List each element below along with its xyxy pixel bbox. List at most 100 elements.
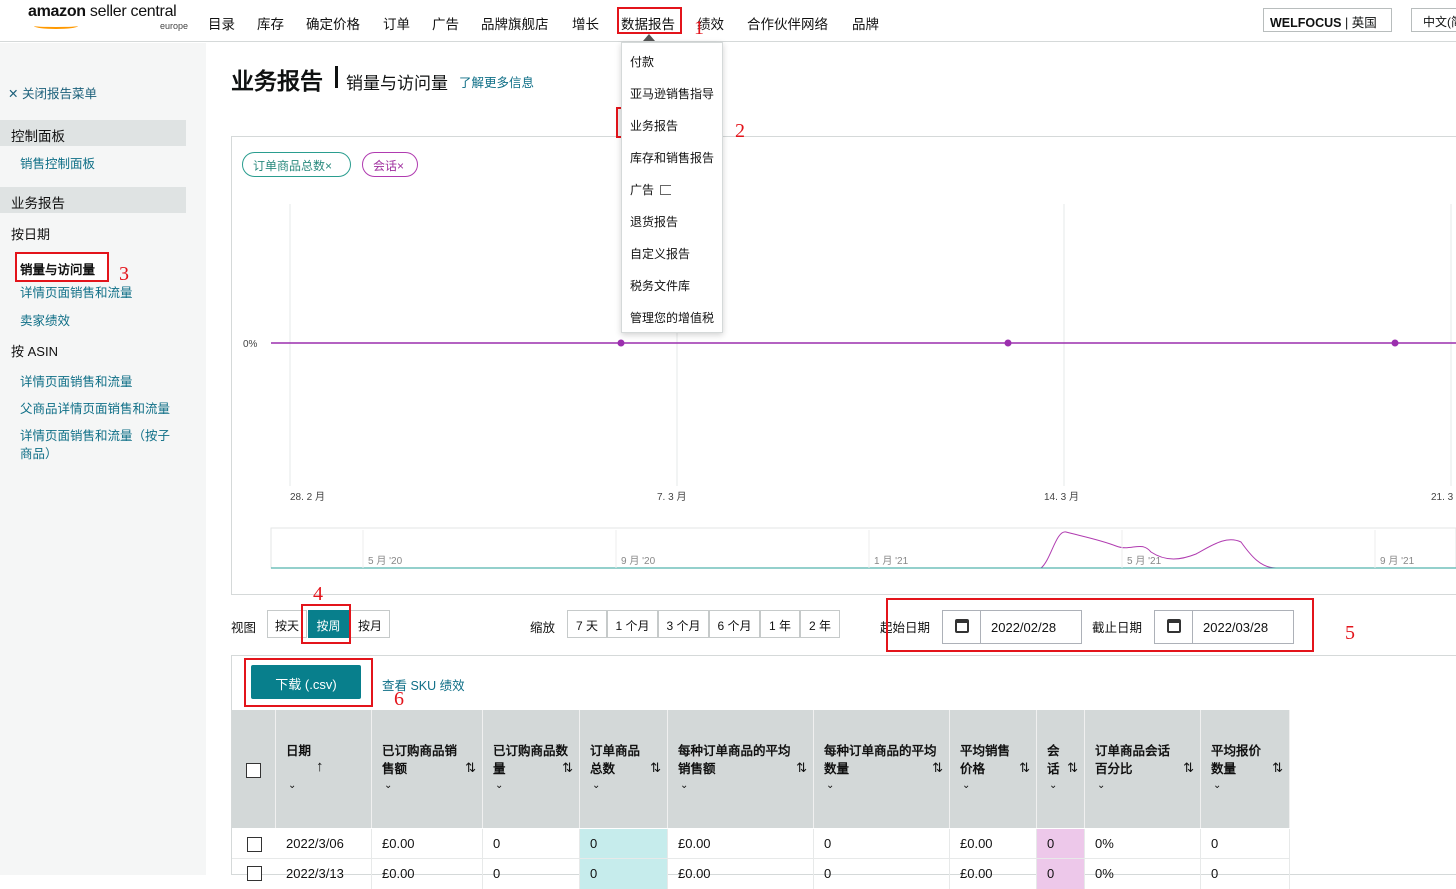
chevron-down-icon[interactable]: ⌄	[1097, 780, 1105, 791]
annotation-3: 3	[119, 263, 129, 285]
series-point	[1391, 339, 1399, 347]
row-checkbox[interactable]	[247, 866, 262, 881]
cell-avg-sales: £0.00	[668, 859, 814, 889]
chevron-down-icon[interactable]: ⌄	[495, 780, 503, 791]
row-checkbox[interactable]	[247, 837, 262, 852]
nav-advertising[interactable]: 广告	[432, 13, 459, 33]
view-sku-performance-link[interactable]: 查看 SKU 绩效	[382, 675, 465, 694]
table-header-units-ordered[interactable]: 已订购商品数量 ⇅ ⌄	[483, 710, 580, 828]
cell-ordered-sales: £0.00	[372, 859, 483, 889]
sidebar-item-child-detail[interactable]: 详情页面销售和流量（按子商品）	[20, 427, 180, 463]
chevron-down-icon[interactable]: ⌄	[592, 780, 600, 791]
nav-stores[interactable]: 品牌旗舰店	[481, 13, 549, 33]
navigator-frame	[270, 527, 1456, 569]
menu-item-selling-coach[interactable]: 亚马逊销售指导	[630, 85, 714, 102]
sidebar-item-parent-detail[interactable]: 父商品详情页面销售和流量	[20, 400, 185, 418]
sort-icon[interactable]: ⇅	[650, 760, 661, 776]
chevron-down-icon[interactable]: ⌄	[680, 780, 688, 791]
sort-icon[interactable]: ⇅	[465, 760, 476, 776]
chevron-down-icon[interactable]: ⌄	[1213, 780, 1221, 791]
sidebar-item-detail-page[interactable]: 详情页面销售和流量	[20, 284, 185, 302]
nav-inventory[interactable]: 库存	[257, 13, 284, 33]
nav-catalog[interactable]: 目录	[208, 13, 235, 33]
table-header-avg-offer-count[interactable]: 平均报价数量 ⇅ ⌄	[1201, 710, 1290, 828]
date-range-highlight	[886, 598, 1314, 652]
cell-units-ordered: 0	[483, 859, 580, 889]
logo-region: europe	[159, 21, 188, 31]
report-sidebar: ✕ 关闭报告菜单 控制面板 销售控制面板 业务报告 按日期 销量与访问量 详情页…	[0, 43, 206, 875]
sidebar-item-sales-traffic-active[interactable]: 销量与访问量	[15, 252, 109, 282]
sort-icon[interactable]: ⇅	[562, 760, 573, 776]
sort-icon[interactable]: ⇅	[796, 760, 807, 776]
menu-item-inventory-sales[interactable]: 库存和销售报告	[630, 149, 714, 166]
close-report-menu-label: 关闭报告菜单	[21, 87, 97, 101]
y-tick-label: 0%	[243, 339, 258, 350]
sort-icon[interactable]: ⇅	[1019, 760, 1030, 776]
menu-item-advertising[interactable]: 广告	[630, 181, 672, 198]
header-avg-offer-label: 平均报价数量	[1211, 744, 1262, 776]
chevron-down-icon[interactable]: ⌄	[962, 780, 970, 791]
chevron-down-icon[interactable]: ⌄	[384, 780, 392, 791]
sidebar-item-asin-detail[interactable]: 详情页面销售和流量	[20, 373, 185, 391]
metric-chip-units[interactable]: 订单商品总数×	[242, 152, 351, 177]
table-header-ordered-sales[interactable]: 已订购商品销售额 ⇅ ⌄	[372, 710, 483, 828]
sort-icon[interactable]: ⇅	[932, 760, 943, 776]
menu-item-business-reports[interactable]: 业务报告	[630, 117, 678, 134]
sidebar-item-sales-dashboard[interactable]: 销售控制面板	[20, 155, 185, 173]
chip-remove-icon[interactable]: ×	[325, 159, 332, 173]
nav-orders[interactable]: 订单	[383, 13, 410, 33]
chip-remove-icon[interactable]: ×	[397, 159, 404, 173]
header-avg-sales-label: 每种订单商品的平均销售额	[678, 744, 791, 776]
sort-icon[interactable]: ⇅	[1067, 760, 1078, 776]
table-header-total-order-items[interactable]: 订单商品总数 ⇅ ⌄	[580, 710, 668, 828]
zoom-6-months[interactable]: 6 个月	[709, 610, 760, 638]
menu-item-returns[interactable]: 退货报告	[630, 213, 678, 230]
table-header-avg-units-per-item[interactable]: 每种订单商品的平均数量 ⇅ ⌄	[814, 710, 950, 828]
learn-more-link[interactable]: 了解更多信息	[459, 72, 534, 91]
metric-chip-sessions[interactable]: 会话×	[362, 152, 418, 177]
account-switcher[interactable]: WELFOCUS | 英国	[1263, 8, 1392, 32]
menu-item-payments[interactable]: 付款	[630, 53, 654, 70]
nav-growth[interactable]: 增长	[572, 13, 599, 33]
select-all-checkbox[interactable]	[246, 763, 261, 778]
zoom-2-years[interactable]: 2 年	[800, 610, 840, 638]
download-highlight	[244, 658, 373, 707]
zoom-7-days[interactable]: 7 天	[567, 610, 607, 638]
sidebar-item-seller-performance[interactable]: 卖家绩效	[20, 312, 185, 330]
chevron-down-icon[interactable]: ⌄	[288, 780, 296, 791]
table-header-unit-session-pct[interactable]: 订单商品会话百分比 ⇅ ⌄	[1085, 710, 1201, 828]
close-report-menu[interactable]: ✕ 关闭报告菜单	[8, 83, 97, 102]
seller-central-logo[interactable]: amazon seller central europe	[28, 3, 190, 37]
menu-item-advertising-label: 广告	[630, 183, 655, 197]
external-link-icon	[660, 185, 672, 195]
language-selector[interactable]: 中文(简	[1411, 8, 1456, 32]
sort-icon[interactable]: ⇅	[1183, 760, 1194, 776]
chevron-down-icon[interactable]: ⌄	[1049, 780, 1057, 791]
table-header-avg-selling-price[interactable]: 平均销售价格 ⇅ ⌄	[950, 710, 1037, 828]
chip-sessions-label: 会话	[373, 159, 398, 173]
nav-pricing[interactable]: 确定价格	[306, 13, 360, 33]
chart-navigator: 5 月 '20 9 月 '20 1 月 '21 5 月 '21 9 月 '21	[270, 527, 1456, 569]
cell-avg-price: £0.00	[950, 859, 1037, 889]
close-icon: ✕	[8, 87, 22, 101]
dropdown-caret-icon	[643, 34, 655, 41]
table-header-date[interactable]: 日期 ↑ ⌄	[276, 710, 372, 828]
view-by-month[interactable]: 按月	[350, 610, 390, 638]
header-avg-units-label: 每种订单商品的平均数量	[824, 744, 937, 776]
header-sessions-label: 会话	[1047, 744, 1060, 776]
nav-brands[interactable]: 品牌	[852, 13, 879, 33]
sort-ascending-icon[interactable]: ↑	[316, 758, 365, 775]
menu-item-custom-reports[interactable]: 自定义报告	[630, 245, 690, 262]
chevron-down-icon[interactable]: ⌄	[826, 780, 834, 791]
table-header-sessions[interactable]: 会话 ⇅ ⌄	[1037, 710, 1085, 828]
menu-item-manage-vat[interactable]: 管理您的增值税	[630, 309, 714, 326]
table-header-avg-sales-per-item[interactable]: 每种订单商品的平均销售额 ⇅ ⌄	[668, 710, 814, 828]
menu-item-tax-library[interactable]: 税务文件库	[630, 277, 690, 294]
sort-icon[interactable]: ⇅	[1272, 760, 1283, 776]
cell-avg-offer-count: 0	[1201, 829, 1290, 859]
nav-partner-network[interactable]: 合作伙伴网络	[747, 13, 828, 33]
zoom-3-months[interactable]: 3 个月	[658, 610, 709, 638]
zoom-1-month[interactable]: 1 个月	[607, 610, 658, 638]
zoom-1-year[interactable]: 1 年	[760, 610, 800, 638]
logo-suffix: seller central	[85, 3, 177, 20]
